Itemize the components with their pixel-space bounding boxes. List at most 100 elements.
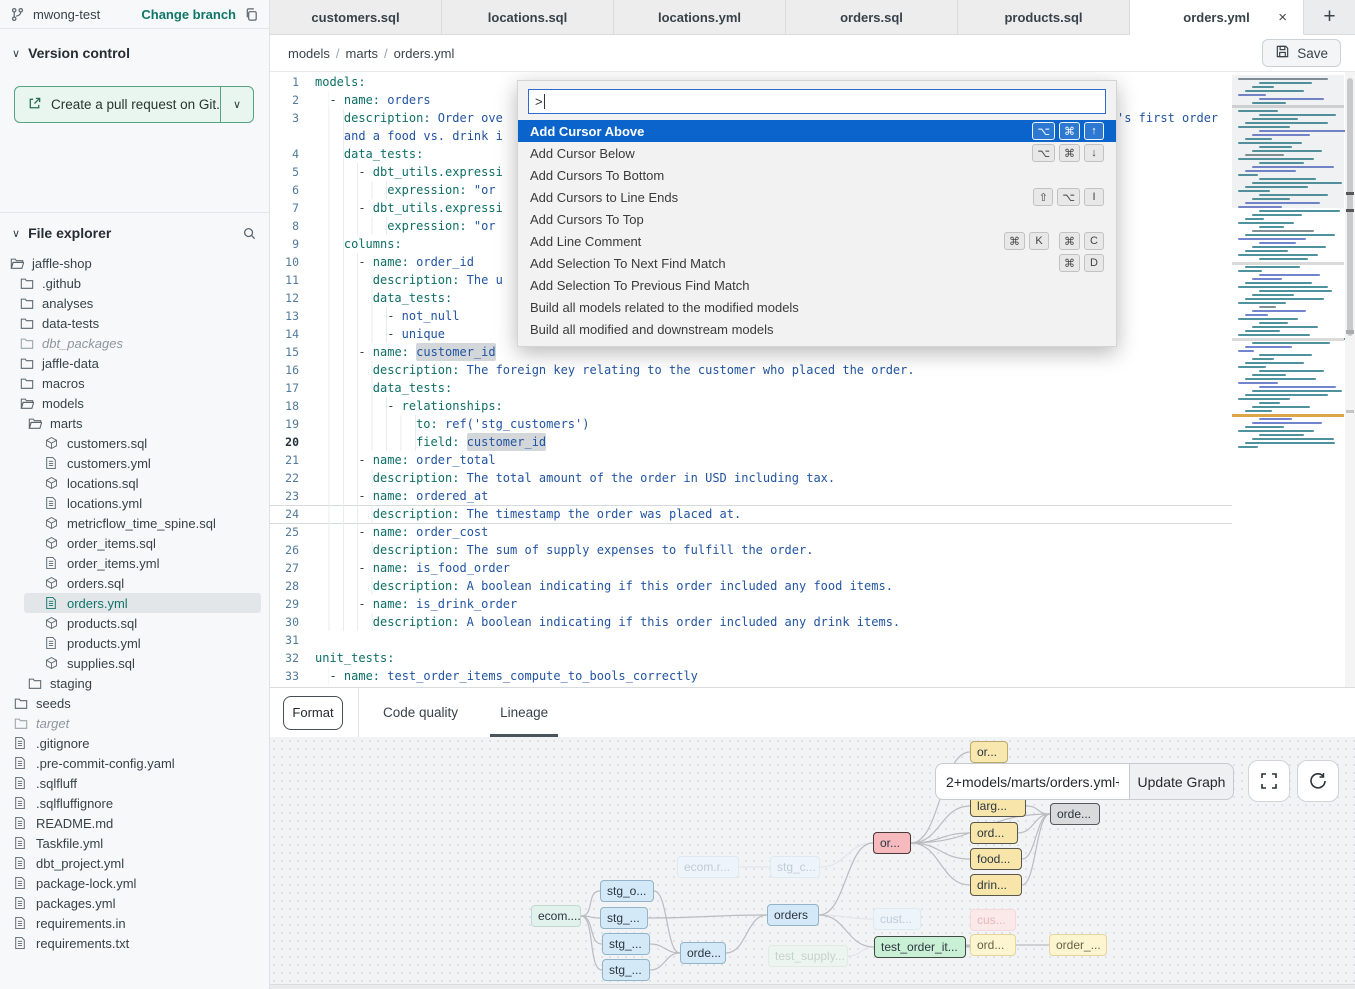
close-icon[interactable]: × xyxy=(1278,9,1287,26)
lineage-node-stg_[interactable]: stg_... xyxy=(600,907,648,929)
fullscreen-icon[interactable] xyxy=(1248,760,1290,802)
command-item[interactable]: Add Cursors To Top xyxy=(518,208,1116,230)
file-tree-item-data-tests[interactable]: data-tests xyxy=(0,313,269,333)
new-tab-button[interactable]: + xyxy=(1304,0,1355,35)
file-tree-item--sqlfluff[interactable]: .sqlfluff xyxy=(0,773,269,793)
code-line[interactable]: 16description: The foreign key relating … xyxy=(270,361,1355,379)
code-line[interactable]: 29- name: is_drink_order xyxy=(270,595,1355,613)
code-line[interactable]: 26description: The sum of supply expense… xyxy=(270,541,1355,559)
command-item[interactable]: Build all models related to the modified… xyxy=(518,296,1116,318)
file-tree-item-staging[interactable]: staging xyxy=(0,673,269,693)
format-button[interactable]: Format xyxy=(283,696,343,730)
file-tree-item-products-sql[interactable]: products.sql xyxy=(0,613,269,633)
lineage-node-orde[interactable]: orde... xyxy=(680,942,726,964)
file-tree-item-dbt-project-yml[interactable]: dbt_project.yml xyxy=(0,853,269,873)
lineage-node-drin[interactable]: drin... xyxy=(970,874,1022,896)
command-palette-input[interactable]: > xyxy=(528,89,1106,114)
file-tree-item-order-items-sql[interactable]: order_items.sql xyxy=(0,533,269,553)
file-tree-item-order-items-yml[interactable]: order_items.yml xyxy=(0,553,269,573)
code-line[interactable]: 21- name: order_total xyxy=(270,451,1355,469)
file-tree-item--pre-commit-config-yaml[interactable]: .pre-commit-config.yaml xyxy=(0,753,269,773)
command-item[interactable]: Add Selection To Next Find Match⌘D xyxy=(518,252,1116,274)
lineage-node-stg_o[interactable]: stg_o... xyxy=(600,880,654,902)
command-item[interactable]: Add Line Comment⌘K⌘C xyxy=(518,230,1116,252)
lineage-node-orde[interactable]: orde... xyxy=(1050,803,1100,825)
save-button[interactable]: Save xyxy=(1262,39,1341,67)
tab-products-sql[interactable]: products.sql xyxy=(958,0,1130,35)
lineage-node-cust[interactable]: cust... xyxy=(873,908,921,930)
file-tree-item-jaffle-data[interactable]: jaffle-data xyxy=(0,353,269,373)
file-tree-item-packages-yml[interactable]: packages.yml xyxy=(0,893,269,913)
bottom-tab-lineage[interactable]: Lineage xyxy=(490,688,558,737)
file-tree-item-requirements-txt[interactable]: requirements.txt xyxy=(0,933,269,953)
code-line[interactable]: 19to: ref('stg_customers') xyxy=(270,415,1355,433)
lineage-node-or[interactable]: or... xyxy=(873,832,911,854)
editor-vertical-scrollbar[interactable] xyxy=(1345,72,1355,687)
code-line[interactable]: 28description: A boolean indicating if t… xyxy=(270,577,1355,595)
lineage-node-stg_[interactable]: stg_... xyxy=(602,933,650,955)
command-item[interactable]: Add Selection To Previous Find Match xyxy=(518,274,1116,296)
file-tree-item-dbt-packages[interactable]: dbt_packages xyxy=(0,333,269,353)
file-tree-item-jaffle-shop[interactable]: jaffle-shop xyxy=(0,253,269,273)
version-control-header[interactable]: ∨ Version control xyxy=(0,41,269,65)
command-item[interactable]: Add Cursor Above⌥⌘↑ xyxy=(518,120,1116,142)
lineage-node-test_supply[interactable]: test_supply... xyxy=(768,945,848,967)
change-branch-link[interactable]: Change branch xyxy=(141,7,236,22)
file-tree-item-customers-yml[interactable]: customers.yml xyxy=(0,453,269,473)
lineage-node-orders[interactable]: orders xyxy=(767,904,819,926)
code-line[interactable]: 24description: The timestamp the order w… xyxy=(270,505,1355,523)
command-item[interactable]: Add Cursor Below⌥⌘↓ xyxy=(518,142,1116,164)
file-tree-item-readme-md[interactable]: README.md xyxy=(0,813,269,833)
file-tree-item-orders-sql[interactable]: orders.sql xyxy=(0,573,269,593)
lineage-graph[interactable]: ecom....stg_o...stg_...stg_...stg_...ord… xyxy=(270,737,1355,984)
lineage-node-ecomr[interactable]: ecom.r... xyxy=(677,856,739,878)
file-tree-item-target[interactable]: target xyxy=(0,713,269,733)
search-icon[interactable] xyxy=(242,226,257,241)
file-tree-item-products-yml[interactable]: products.yml xyxy=(0,633,269,653)
code-line[interactable]: 27- name: is_food_order xyxy=(270,559,1355,577)
panel-horizontal-scrollbar[interactable] xyxy=(270,984,1355,989)
file-tree-item-analyses[interactable]: analyses xyxy=(0,293,269,313)
code-editor[interactable]: 1models:2- name: orders3description: Ord… xyxy=(270,72,1355,687)
code-line[interactable]: 33- name: test_order_items_compute_to_bo… xyxy=(270,667,1355,685)
pr-dropdown-caret[interactable]: ∨ xyxy=(221,87,253,122)
command-item[interactable]: Add Cursors to Line Ends⇧⌥I xyxy=(518,186,1116,208)
lineage-node-order_[interactable]: order_... xyxy=(1049,934,1107,956)
lineage-node-test_order_it[interactable]: test_order_it... xyxy=(874,936,966,958)
tab-locations-sql[interactable]: locations.sql xyxy=(442,0,614,35)
update-graph-button[interactable]: Update Graph xyxy=(1129,763,1234,800)
code-line[interactable]: 31 xyxy=(270,631,1355,649)
tab-locations-yml[interactable]: locations.yml xyxy=(614,0,786,35)
code-line[interactable]: 23- name: ordered_at xyxy=(270,487,1355,505)
file-tree-item-marts[interactable]: marts xyxy=(0,413,269,433)
file-tree-item-seeds[interactable]: seeds xyxy=(0,693,269,713)
file-tree-item-orders-yml[interactable]: orders.yml xyxy=(24,593,261,613)
lineage-selector-input[interactable] xyxy=(935,763,1129,800)
file-tree-item--gitignore[interactable]: .gitignore xyxy=(0,733,269,753)
lineage-node-or[interactable]: or... xyxy=(970,741,1008,763)
file-explorer-header[interactable]: ∨ File explorer xyxy=(0,221,269,245)
lineage-node-ecom[interactable]: ecom.... xyxy=(531,905,581,927)
code-line[interactable]: 30description: A boolean indicating if t… xyxy=(270,613,1355,631)
breadcrumb-item[interactable]: models xyxy=(288,46,330,61)
scrollbar-thumb[interactable] xyxy=(1347,78,1353,336)
refresh-icon[interactable] xyxy=(1297,760,1339,802)
file-tree-item-supplies-sql[interactable]: supplies.sql xyxy=(0,653,269,673)
lineage-node-food[interactable]: food... xyxy=(970,848,1022,870)
file-tree-item-customers-sql[interactable]: customers.sql xyxy=(0,433,269,453)
file-tree-item-metricflow-time-spine-sql[interactable]: metricflow_time_spine.sql xyxy=(0,513,269,533)
code-line[interactable]: 25- name: order_cost xyxy=(270,523,1355,541)
lineage-node-ord[interactable]: ord... xyxy=(970,934,1016,956)
file-tree-item-models[interactable]: models xyxy=(0,393,269,413)
bottom-tab-code-quality[interactable]: Code quality xyxy=(373,688,468,737)
lineage-node-cus[interactable]: cus... xyxy=(970,909,1016,931)
file-tree-item--sqlfluffignore[interactable]: .sqlfluffignore xyxy=(0,793,269,813)
tab-orders-yml[interactable]: orders.yml× xyxy=(1130,0,1304,35)
breadcrumb-item[interactable]: orders.yml xyxy=(394,46,455,61)
code-line[interactable]: 17data_tests: xyxy=(270,379,1355,397)
file-tree-item-locations-yml[interactable]: locations.yml xyxy=(0,493,269,513)
file-tree-item-macros[interactable]: macros xyxy=(0,373,269,393)
tab-orders-sql[interactable]: orders.sql xyxy=(786,0,958,35)
tab-customers-sql[interactable]: customers.sql xyxy=(270,0,442,35)
file-tree-item-package-lock-yml[interactable]: package-lock.yml xyxy=(0,873,269,893)
